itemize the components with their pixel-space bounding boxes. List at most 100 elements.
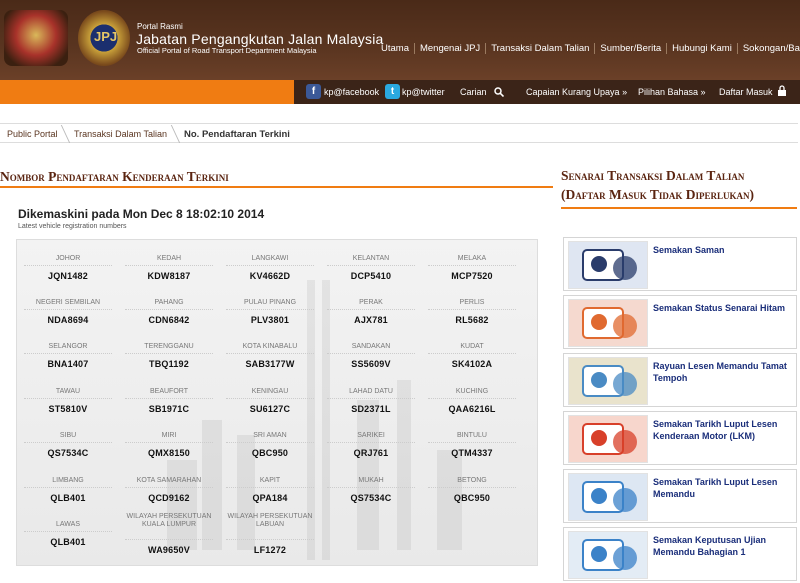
cell-divider <box>125 265 213 266</box>
transaction-item[interactable]: Semakan Saman <box>563 237 797 291</box>
license-scales-icon[interactable] <box>568 357 648 405</box>
twitter-icon[interactable]: t <box>385 84 400 99</box>
registration-cell: WILAYAH PERSEKUTUAN KUALA LUMPUR WA9650V <box>119 510 219 555</box>
transaction-item[interactable]: Semakan Status Senarai Hitam <box>563 295 797 349</box>
state-label: SELANGOR <box>48 343 88 350</box>
breadcrumb-transaksi[interactable]: Transaksi Dalam Talian <box>74 129 167 139</box>
language-link[interactable]: Pilihan Bahasa » <box>638 87 706 97</box>
test-result-icon[interactable] <box>568 531 648 579</box>
breadcrumb-public-portal[interactable]: Public Portal <box>7 129 58 139</box>
nav-hubungi-kami[interactable]: Hubungi Kami <box>666 43 737 54</box>
breadcrumb: Public Portal Transaksi Dalam Talian No.… <box>0 123 798 143</box>
registration-cell: MIRI QMX8150 <box>119 421 219 465</box>
registration-cell: LANGKAWI KV4662D <box>220 244 320 288</box>
cell-divider <box>226 442 314 443</box>
state-label: TAWAU <box>55 388 81 395</box>
registration-cell: KUDAT SK4102A <box>422 332 522 376</box>
plate-number: QAA6216L <box>448 404 496 414</box>
registration-cell: LAWAS QLB401 <box>18 510 118 554</box>
login-link[interactable]: Daftar Masuk <box>719 87 773 97</box>
registration-cell: MUKAH QS7534C <box>321 466 421 510</box>
cell-divider <box>125 309 213 310</box>
transaction-label[interactable]: Semakan Saman <box>653 244 793 256</box>
registration-cell: KAPIT QPA184 <box>220 466 320 510</box>
plate-number: ST5810V <box>48 404 88 414</box>
state-label: PERAK <box>359 299 383 306</box>
cell-divider <box>125 442 213 443</box>
state-label: LIMBANG <box>52 477 84 484</box>
plate-number: KV4662D <box>249 271 291 281</box>
transaction-item[interactable]: Semakan Tarikh Luput Lesen Kenderaan Mot… <box>563 411 797 465</box>
registration-cell: KOTA SAMARAHAN QCD9162 <box>119 466 219 510</box>
state-label: PULAU PINANG <box>243 299 297 306</box>
cell-divider <box>327 309 415 310</box>
transaction-label[interactable]: Rayuan Lesen Memandu Tamat Tempoh <box>653 360 793 384</box>
transaction-label[interactable]: Semakan Tarikh Luput Lesen Memandu <box>653 476 793 500</box>
facebook-icon[interactable]: f <box>306 84 321 99</box>
cell-divider <box>125 353 213 354</box>
cell-divider <box>24 442 112 443</box>
orange-bar <box>0 80 294 104</box>
utility-bar: f kp@facebook t kp@twitter Carian Capaia… <box>294 80 800 104</box>
cell-divider <box>226 309 314 310</box>
transaction-item[interactable]: Rayuan Lesen Memandu Tamat Tempoh <box>563 353 797 407</box>
cell-divider <box>125 398 213 399</box>
state-label: LANGKAWI <box>251 255 289 262</box>
plate-number: AJX781 <box>354 315 388 325</box>
lock-icon[interactable] <box>777 85 787 97</box>
registration-cell: KENINGAU SU6127C <box>220 377 320 421</box>
plate-number: QPA184 <box>252 493 288 503</box>
plate-number: LF1272 <box>253 545 287 555</box>
plate-number: PLV3801 <box>250 315 290 325</box>
nav-mengenai-jpj[interactable]: Mengenai JPJ <box>413 43 485 54</box>
search-link[interactable]: Carian <box>460 87 487 97</box>
plate-number: CDN6842 <box>148 315 190 325</box>
registration-cell: KEDAH KDW8187 <box>119 244 219 288</box>
cell-divider <box>428 442 516 443</box>
state-label: BINTULU <box>457 432 487 439</box>
cell-divider <box>327 265 415 266</box>
state-label: KAPIT <box>259 477 281 484</box>
cell-divider <box>327 353 415 354</box>
plate-number: RL5682 <box>455 315 489 325</box>
nav-sumber-berita[interactable]: Sumber/Berita <box>594 43 666 54</box>
registration-cell: BEAUFORT SB1971C <box>119 377 219 421</box>
registration-cell: PERLIS RL5682 <box>422 288 522 332</box>
registration-cell: KUCHING QAA6216L <box>422 377 522 421</box>
search-icon[interactable] <box>494 87 504 97</box>
transaction-label[interactable]: Semakan Keputusan Ujian Memandu Bahagian… <box>653 534 793 558</box>
registration-cell: SIBU QS7534C <box>18 421 118 465</box>
accessibility-link[interactable]: Capaian Kurang Upaya » <box>526 87 627 97</box>
heading-underline <box>0 186 553 188</box>
transaction-label[interactable]: Semakan Status Senarai Hitam <box>653 302 793 314</box>
registration-cell: PAHANG CDN6842 <box>119 288 219 332</box>
transaction-item[interactable]: Semakan Tarikh Luput Lesen Memandu <box>563 469 797 523</box>
car-license-check-icon[interactable] <box>568 415 648 463</box>
cell-divider <box>428 487 516 488</box>
nav-transaksi[interactable]: Transaksi Dalam Talian <box>485 43 594 54</box>
state-label: KUDAT <box>460 343 484 350</box>
state-label: SARIKEI <box>357 432 385 439</box>
twitter-link[interactable]: kp@twitter <box>402 87 445 97</box>
nav-sokongan[interactable]: Sokongan/Bantuan <box>736 43 800 54</box>
driving-license-check-icon[interactable] <box>568 473 648 521</box>
state-label: SIBU <box>59 432 77 439</box>
site-subtitle: Official Portal of Road Transport Depart… <box>137 46 317 55</box>
jpj-logo[interactable]: JPJ <box>78 10 130 66</box>
facebook-link[interactable]: kp@facebook <box>324 87 379 97</box>
plate-number: QTM4337 <box>451 448 493 458</box>
plate-number: QS7534C <box>47 448 89 458</box>
site-title[interactable]: Jabatan Pengangkutan Jalan Malaysia <box>136 31 384 47</box>
state-label: SRI AMAN <box>253 432 287 439</box>
cell-divider <box>428 309 516 310</box>
portal-small-label: Portal Rasmi <box>137 22 183 31</box>
locked-car-icon[interactable] <box>568 299 648 347</box>
nav-utama[interactable]: Utama <box>376 43 414 54</box>
registration-grid: JOHOR JQN1482 KEDAH KDW8187 LANGKAWI KV4662D K… <box>16 239 538 566</box>
transaction-item[interactable]: Semakan Keputusan Ujian Memandu Bahagian… <box>563 527 797 581</box>
state-label: PERLIS <box>459 299 485 306</box>
plate-number: JQN1482 <box>48 271 88 281</box>
police-officer-icon[interactable] <box>568 241 648 289</box>
state-label: MIRI <box>161 432 177 439</box>
transaction-label[interactable]: Semakan Tarikh Luput Lesen Kenderaan Mot… <box>653 418 793 442</box>
